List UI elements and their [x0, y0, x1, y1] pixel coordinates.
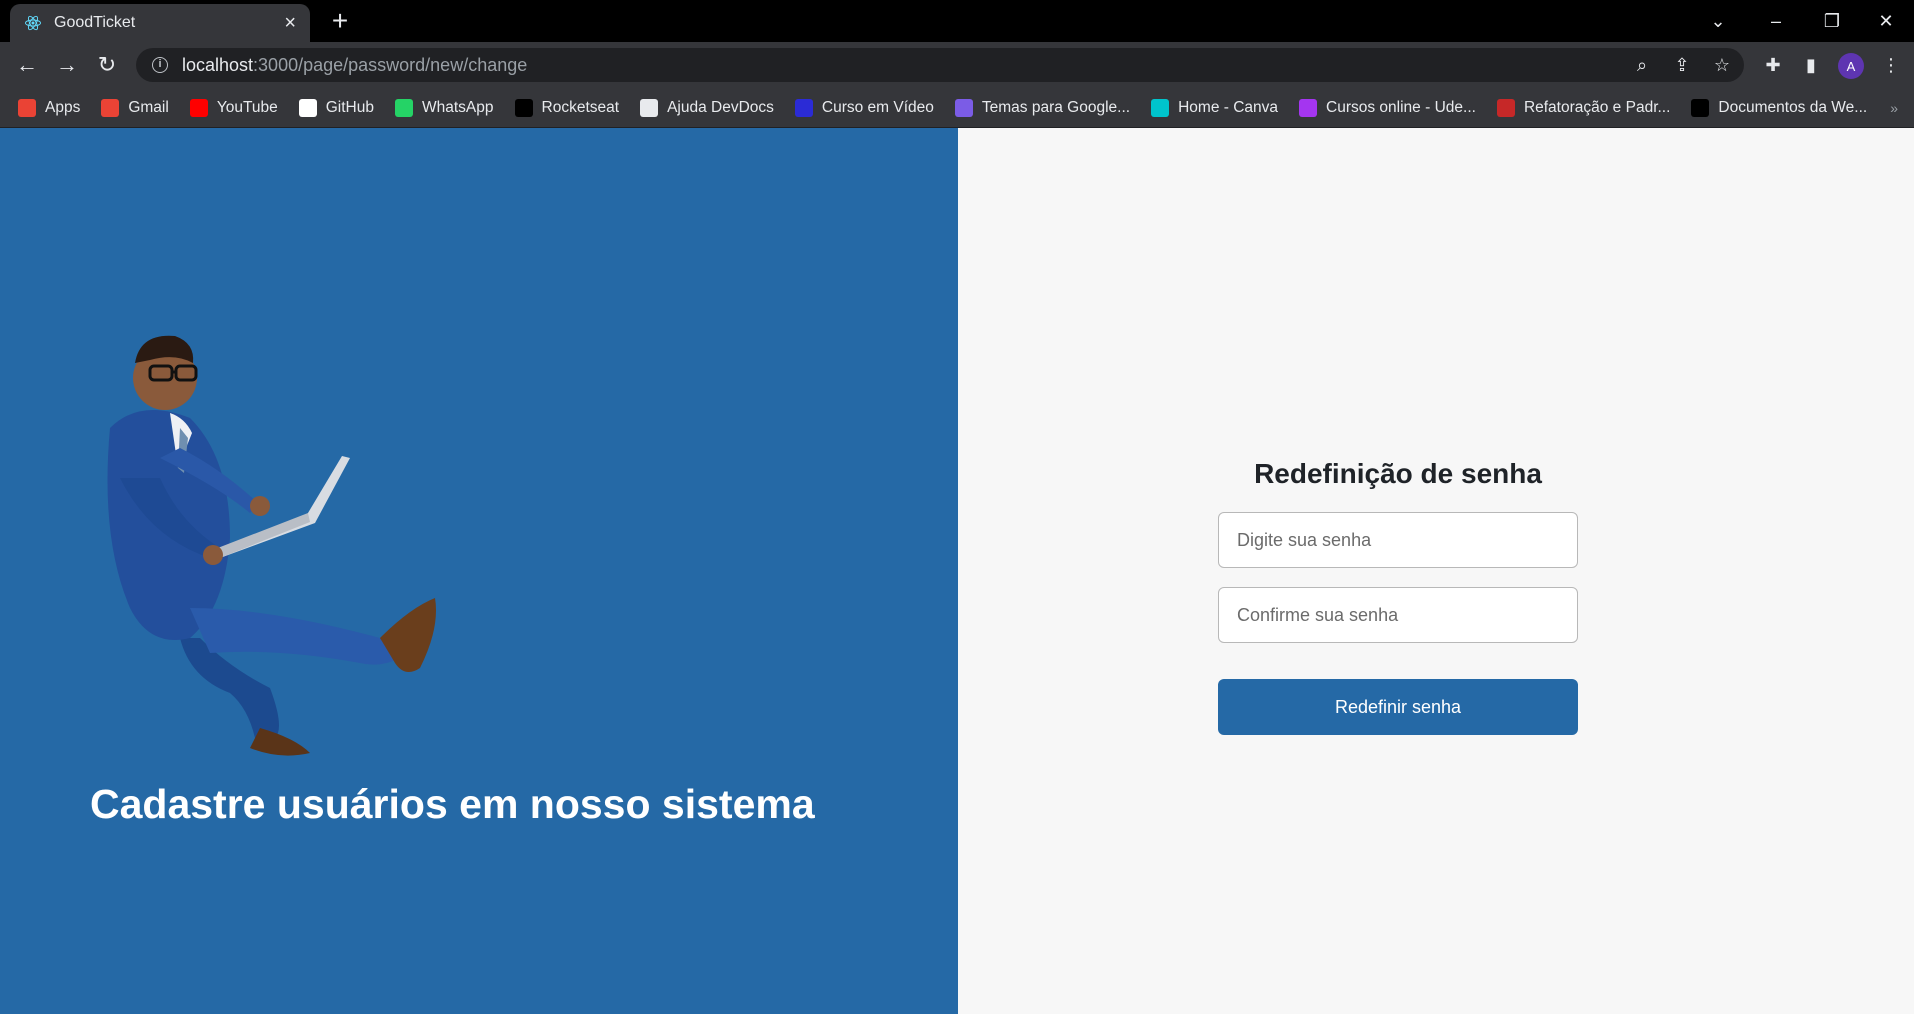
bookmark-label: Refatoração e Padr... [1523, 98, 1671, 116]
bookmarks-bar: Apps Gmail YouTube GitHub WhatsApp Rocketseat… [0, 88, 1914, 128]
bookmark-item[interactable]: Gmail [101, 98, 169, 117]
close-tab-icon[interactable]: × [284, 12, 296, 35]
bookmark-item[interactable]: WhatsApp [395, 98, 494, 117]
bookmark-item[interactable]: Documentos da We... [1691, 98, 1868, 117]
page-content: Cadastre usuários em nosso sistema Redef… [0, 128, 1914, 1014]
profile-avatar[interactable]: A [1838, 53, 1864, 79]
bookmark-item[interactable]: Ajuda DevDocs [640, 98, 774, 117]
confirm-password-input[interactable] [1218, 587, 1578, 643]
bookmark-item[interactable]: YouTube [189, 98, 278, 117]
canva-icon [1151, 98, 1170, 117]
bookmark-item[interactable]: Apps [18, 98, 81, 117]
react-icon [25, 15, 41, 31]
bookmark-label: Apps [45, 98, 81, 116]
forward-button[interactable]: → [50, 48, 84, 82]
bookmark-label: Curso em Vídeo [821, 98, 934, 116]
tab-search-icon[interactable]: ⌄ [1690, 0, 1746, 42]
form-panel: Redefinição de senha Redefinir senha [958, 128, 1914, 1014]
password-input[interactable] [1218, 512, 1578, 568]
restore-button[interactable]: ❐ [1804, 0, 1860, 42]
bookmark-item[interactable]: Temas para Google... [954, 98, 1131, 117]
bookmark-label: Rocketseat [541, 98, 620, 116]
bookmark-label: GitHub [325, 98, 374, 116]
form-title: Redefinição de senha [1254, 458, 1542, 489]
back-button[interactable]: ← [10, 48, 44, 82]
bookmark-label: Ajuda DevDocs [667, 98, 774, 116]
menu-icon[interactable]: ⋮ [1880, 54, 1902, 76]
bookmark-label: Temas para Google... [981, 98, 1131, 116]
gmail-icon [101, 98, 120, 117]
bookmark-label: Cursos online - Ude... [1326, 98, 1476, 116]
browser-toolbar: ← → ↻ i localhost:3000/page/password/new… [0, 42, 1914, 88]
temas-icon [954, 98, 973, 117]
mdn-icon [1691, 98, 1710, 117]
url-text: localhost:3000/page/password/new/change [182, 54, 528, 75]
github-icon [298, 98, 317, 117]
browser-tab[interactable]: GoodTicket × [10, 4, 310, 42]
reset-password-button[interactable]: Redefinir senha [1218, 679, 1578, 735]
extensions-icon[interactable]: ✚ [1762, 54, 1784, 76]
businessman-laptop-illustration [107, 335, 436, 756]
rocketseat-icon [514, 98, 533, 117]
bookmark-item[interactable]: Home - Canva [1151, 98, 1279, 117]
devdocs-icon [640, 98, 659, 117]
bookmark-star-icon[interactable]: ☆ [1712, 55, 1732, 75]
youtube-icon [189, 98, 208, 117]
bookmark-label: WhatsApp [422, 98, 494, 116]
hero-title: Cadastre usuários em nosso sistema [90, 781, 815, 827]
bookmark-item[interactable]: Curso em Vídeo [794, 98, 934, 117]
bookmark-item[interactable]: Rocketseat [514, 98, 620, 117]
zoom-icon[interactable]: ⌕ [1632, 55, 1652, 75]
browser-titlebar: GoodTicket × + ⌄ – ❐ ✕ [0, 0, 1914, 42]
address-bar[interactable]: i localhost:3000/page/password/new/chang… [136, 48, 1744, 82]
new-tab-button[interactable]: + [324, 6, 356, 38]
reload-button[interactable]: ↻ [90, 48, 124, 82]
close-window-button[interactable]: ✕ [1858, 0, 1914, 42]
minimize-button[interactable]: – [1748, 0, 1804, 42]
side-panel-icon[interactable]: ▮ [1800, 54, 1822, 76]
hero-panel: Cadastre usuários em nosso sistema [0, 128, 958, 1014]
refactoring-icon [1496, 98, 1515, 117]
share-icon[interactable]: ⇪ [1672, 55, 1692, 75]
more-bookmarks-icon[interactable]: » [1890, 100, 1898, 116]
bookmark-item[interactable]: Refatoração e Padr... [1496, 98, 1671, 117]
reset-password-form: Redefinição de senha Redefinir senha [1218, 458, 1578, 735]
bookmark-label: Gmail [128, 98, 169, 116]
udemy-icon [1299, 98, 1318, 117]
bookmark-label: Documentos da We... [1718, 98, 1868, 116]
bookmark-label: Home - Canva [1178, 98, 1279, 116]
bookmark-item[interactable]: GitHub [298, 98, 374, 117]
whatsapp-icon [395, 98, 413, 117]
tab-title: GoodTicket [54, 14, 136, 31]
site-info-icon[interactable]: i [152, 57, 168, 73]
bookmark-item[interactable]: Cursos online - Ude... [1299, 98, 1476, 117]
apps-grid-icon [18, 98, 36, 117]
curso-em-video-icon [794, 98, 813, 117]
bookmark-label: YouTube [216, 98, 278, 116]
